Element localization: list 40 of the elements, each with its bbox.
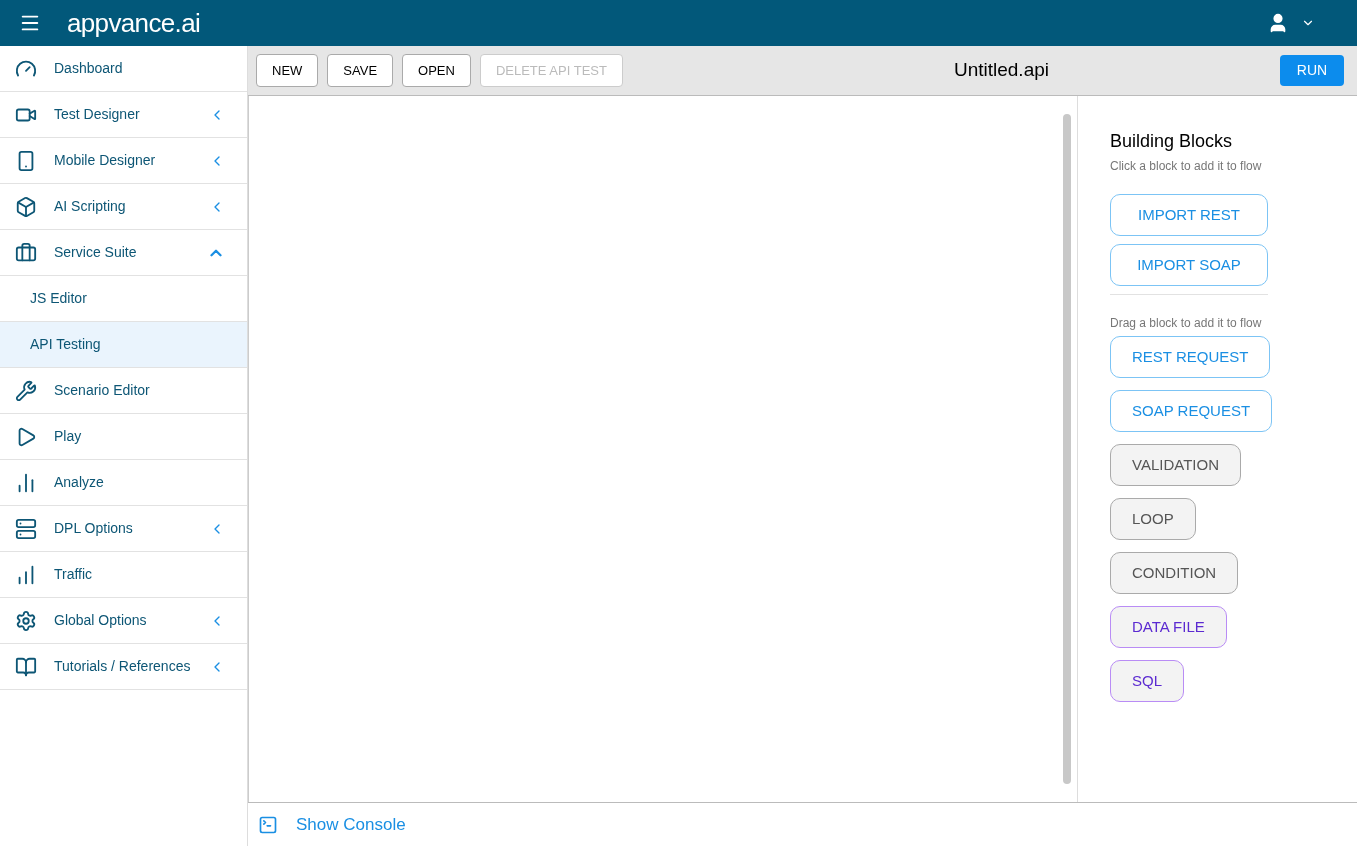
block-button[interactable]: DATA FILE	[1110, 606, 1227, 648]
toolbar-button[interactable]: NEW	[256, 54, 319, 87]
settings-icon	[15, 609, 37, 632]
toolbar-button[interactable]: SAVE	[327, 54, 394, 87]
sidebar-label: DPL Options	[54, 519, 133, 538]
block-button[interactable]: SOAP REQUEST	[1110, 390, 1273, 432]
block-button[interactable]: VALIDATION	[1110, 444, 1241, 486]
sidebar-item[interactable]: API Testing	[0, 322, 247, 368]
tools-icon	[15, 379, 37, 402]
sidebar-label: Traffic	[54, 565, 93, 584]
file-name: Untitled.api	[952, 58, 1050, 83]
show-console-link[interactable]: Show Console	[296, 811, 406, 838]
toolbar-button[interactable]: OPEN	[402, 54, 471, 87]
sidebar-label: API Testing	[30, 335, 101, 354]
hint-text: Click a block to add it to flow	[1110, 158, 1263, 175]
sidebar-label: JS Editor	[30, 289, 87, 308]
cube-icon	[15, 195, 37, 218]
sidebar-label: Test Designer	[54, 105, 140, 124]
app-logo: appvance.ai	[67, 10, 201, 36]
sidebar-label: Scenario Editor	[54, 381, 150, 400]
sidebar-label: Analyze	[54, 473, 104, 492]
block-button[interactable]: SQL	[1110, 660, 1184, 702]
sidebar-label: Play	[54, 427, 82, 446]
sidebar-label: Tutorials / References	[54, 657, 191, 676]
sidebar-label: Mobile Designer	[54, 151, 156, 170]
block-button[interactable]: CONDITION	[1110, 552, 1239, 594]
briefcase-icon	[15, 241, 37, 264]
server-icon	[15, 517, 37, 540]
scrollbar[interactable]	[1063, 114, 1071, 784]
block-button[interactable]: LOOP	[1110, 498, 1196, 540]
sidebar-label: Global Options	[54, 611, 147, 630]
sidebar-label: Dashboard	[54, 59, 123, 78]
sidebar-label: AI Scripting	[54, 197, 126, 216]
run-button[interactable]: RUN	[1280, 55, 1344, 86]
hint-text: Drag a block to add it to flow	[1110, 315, 1263, 332]
sidebar-label: Service Suite	[54, 243, 137, 262]
block-button[interactable]: IMPORT SOAP	[1110, 244, 1268, 286]
panel-title: Building Blocks	[1110, 130, 1234, 153]
terminal-icon	[258, 814, 278, 835]
book-icon	[15, 655, 37, 678]
